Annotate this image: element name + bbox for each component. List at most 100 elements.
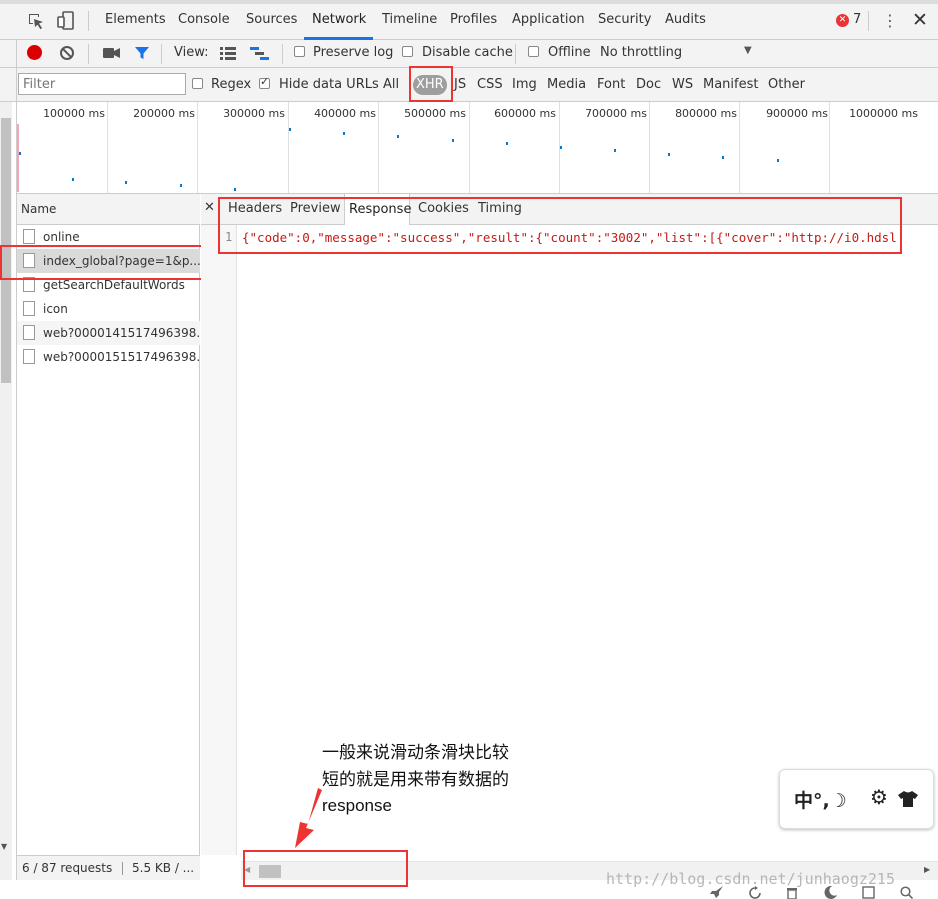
tab-profiles[interactable]: Profiles [450, 0, 497, 40]
request-mark [19, 152, 21, 155]
waterfall-overview-icon[interactable] [250, 46, 270, 60]
trash-icon[interactable] [786, 886, 798, 899]
search-icon[interactable] [900, 886, 913, 899]
annotation-line: 一般来说滑动条滑块比较 [322, 743, 509, 763]
close-devtools-icon[interactable]: ✕ [910, 9, 930, 31]
type-filter-doc[interactable]: Doc [636, 68, 661, 102]
type-filter-manifest[interactable]: Manifest [703, 68, 758, 102]
network-toolbar: View: Preserve log Disable cache Offline… [0, 40, 938, 68]
devtools-tab-bar: Elements Console Sources Network Timelin… [0, 0, 938, 40]
request-mark [722, 156, 724, 159]
moon-icon[interactable] [824, 886, 837, 899]
request-mark [289, 128, 291, 131]
window-icon[interactable] [862, 886, 875, 899]
preserve-log-checkbox[interactable] [294, 46, 305, 57]
file-icon [23, 301, 35, 316]
request-name: web?0000141517496398... [43, 326, 200, 340]
ime-skin-icon[interactable] [898, 791, 918, 807]
offline-checkbox[interactable] [528, 46, 539, 57]
type-filter-other[interactable]: Other [768, 68, 805, 102]
transfer-size: 5.5 KB / ... [132, 861, 195, 875]
ime-mode-text: 中°,☽ [794, 790, 847, 812]
response-gutter: 1 [201, 225, 237, 855]
regex-label: Regex [211, 77, 252, 92]
hide-data-urls-checkbox[interactable]: ✓ [259, 75, 270, 89]
ime-settings-icon[interactable]: ⚙ [870, 785, 888, 809]
toolbar-separator [515, 44, 516, 64]
request-row[interactable]: web?0000141517496398... [17, 321, 200, 345]
type-filter-ws[interactable]: WS [672, 68, 693, 102]
type-filter-media[interactable]: Media [547, 68, 586, 102]
inspect-element-icon[interactable] [27, 12, 45, 30]
request-mark [125, 181, 127, 184]
tab-elements[interactable]: Elements [105, 0, 166, 40]
request-mark [506, 142, 508, 145]
request-count: 6 / 87 requests [22, 861, 113, 875]
filter-bar: Regex ✓ Hide data URLs All XHR JS CSS Im… [0, 68, 938, 102]
timeline-grid-line [739, 102, 740, 193]
filter-icon[interactable] [134, 45, 150, 61]
toolbar-separator [282, 44, 283, 64]
request-row[interactable]: web?0000151517496398... [17, 345, 200, 369]
request-mark [560, 146, 562, 149]
large-rows-icon[interactable] [220, 46, 236, 60]
request-mark [668, 153, 670, 156]
refresh-icon[interactable] [748, 886, 762, 899]
timeline-label: 500000 ms [404, 107, 466, 120]
throttling-select[interactable]: No throttling ▼ [600, 42, 760, 64]
clear-icon[interactable] [59, 45, 75, 61]
annotation-line: response [322, 796, 392, 815]
type-filter-js[interactable]: JS [454, 68, 466, 102]
tab-network[interactable]: Network [312, 0, 366, 40]
record-icon[interactable] [27, 45, 42, 60]
timeline-grid-line [649, 102, 650, 193]
scroll-right-arrow-icon[interactable]: ▶ [924, 865, 930, 874]
taskbar-strip [700, 885, 938, 899]
tab-timeline[interactable]: Timeline [382, 0, 437, 40]
disable-cache-label: Disable cache [422, 45, 513, 60]
rocket-icon[interactable] [710, 886, 724, 899]
tab-application[interactable]: Application [512, 0, 585, 40]
timeline-label: 1000000 ms [849, 107, 918, 120]
tab-security[interactable]: Security [598, 0, 651, 40]
tab-separator [868, 11, 869, 31]
annotation-text: 一般来说滑动条滑块比较 短的就是用来带有数据的 response [322, 738, 552, 820]
hide-data-urls-label: Hide data URLs [279, 77, 379, 92]
timeline-label: 900000 ms [766, 107, 828, 120]
timeline-grid-line [197, 102, 198, 193]
view-label: View: [174, 45, 209, 60]
request-mark [180, 184, 182, 187]
request-mark [72, 178, 74, 181]
tab-audits[interactable]: Audits [665, 0, 706, 40]
tab-console[interactable]: Console [178, 0, 230, 40]
name-header-label: Name [21, 202, 57, 216]
scroll-down-arrow-icon[interactable]: ▼ [1, 842, 7, 851]
status-divider [122, 862, 123, 875]
timeline-grid-line [469, 102, 470, 193]
timeline-label: 600000 ms [494, 107, 556, 120]
type-filter-img[interactable]: Img [512, 68, 537, 102]
device-mode-icon[interactable] [57, 11, 75, 31]
tab-sources[interactable]: Sources [246, 0, 297, 40]
selected-request-highlight-box [0, 245, 223, 280]
request-mark [614, 149, 616, 152]
type-filter-all[interactable]: All [383, 68, 399, 102]
capture-screenshots-icon[interactable] [103, 47, 120, 59]
more-menu-icon[interactable]: ⋮ [882, 11, 898, 31]
type-filter-css[interactable]: CSS [477, 68, 503, 102]
disable-cache-checkbox[interactable] [402, 46, 413, 57]
close-details-icon[interactable]: ✕ [204, 199, 218, 217]
error-count: 7 [853, 12, 862, 27]
request-row[interactable]: icon [17, 297, 200, 321]
xhr-highlight-box [409, 66, 453, 102]
name-column-header[interactable]: Name [17, 194, 200, 225]
timeline-grid-line [829, 102, 830, 193]
timeline-start-marker [17, 124, 19, 192]
type-filter-font[interactable]: Font [597, 68, 625, 102]
ime-toolbar[interactable]: 中°,☽ ⚙ [779, 769, 934, 829]
regex-checkbox[interactable] [192, 78, 203, 89]
filter-input[interactable] [18, 73, 186, 95]
timeline-overview[interactable]: 100000 ms 200000 ms 300000 ms 400000 ms … [17, 102, 938, 194]
request-mark [452, 139, 454, 142]
requests-status-bar: 6 / 87 requests 5.5 KB / ... [17, 855, 200, 880]
